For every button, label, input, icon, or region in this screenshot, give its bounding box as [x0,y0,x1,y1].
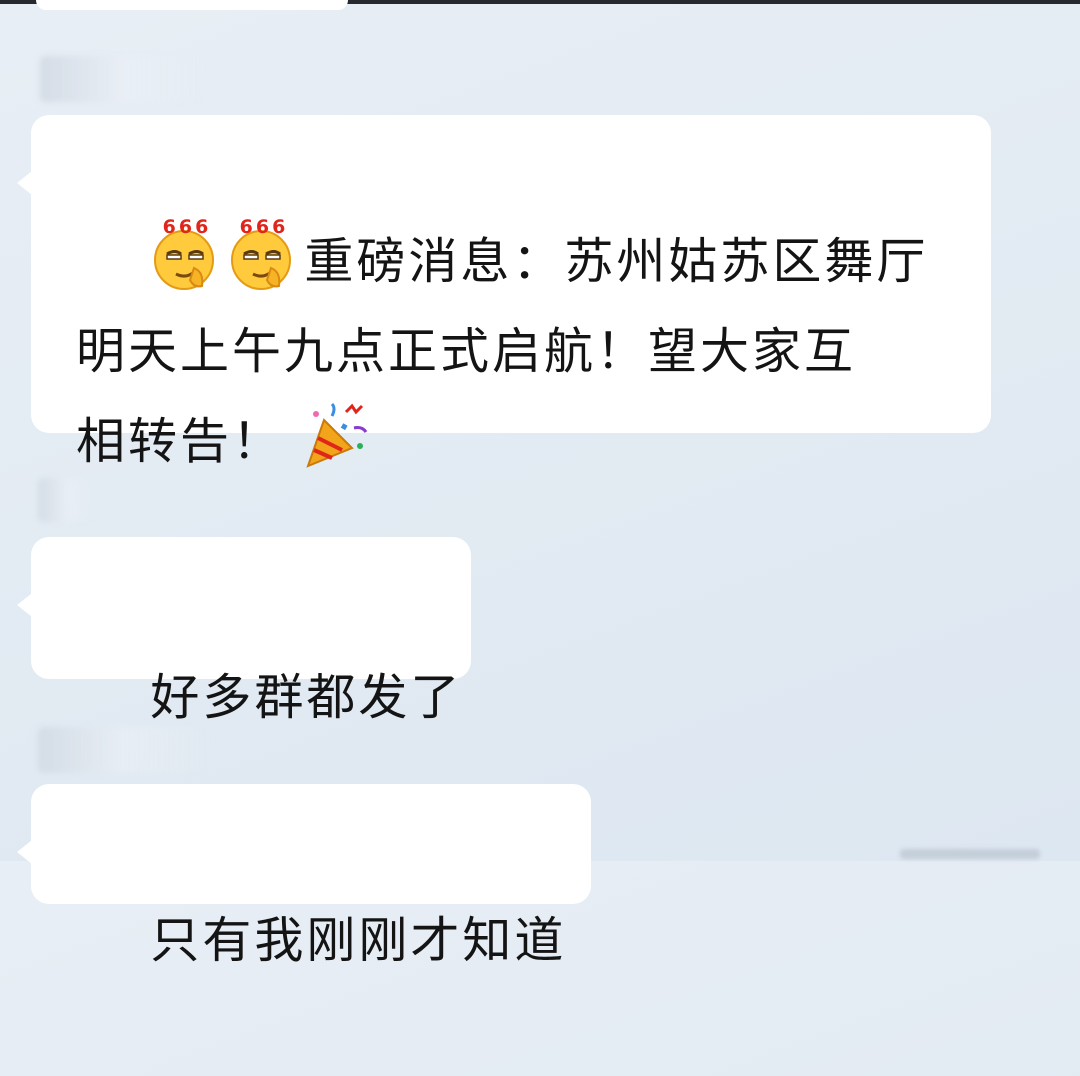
smirk-666-emoji-icon: 666 [154,218,215,290]
message-text-3: 只有我刚刚才知道 [150,912,567,969]
watermark-blurred [900,849,1040,859]
previous-message-bubble[interactable] [36,0,348,10]
svg-text:666: 666 [240,218,289,238]
message-bubble-2[interactable]: 好多群都发了 [17,537,471,726]
party-popper-emoji-icon [306,402,368,468]
message-1-line-3: 相转告！ [76,413,285,470]
svg-text:666: 666 [163,218,212,238]
smirk-666-emoji-icon: 666 [231,218,292,290]
message-1-line-1: 重磅消息：苏州姑苏区舞厅 [304,233,929,290]
message-bubble-1[interactable]: 666 666 重磅消息：苏州姑苏区舞厅明天上午九点正式启航！望大家互 相转告！ [17,115,991,470]
message-bubble-3[interactable]: 只有我刚刚才知道 [17,784,591,969]
message-1-line-2: 明天上午九点正式启航！望大家互 [76,323,857,380]
message-text-1: 666 666 重磅消息：苏州姑苏区舞厅明天上午九点正式启航！望大家互 相转告！ [76,127,928,577]
sender-name-blurred [40,56,210,102]
sender-name-blurred [38,478,98,522]
sender-name-blurred [38,727,208,773]
